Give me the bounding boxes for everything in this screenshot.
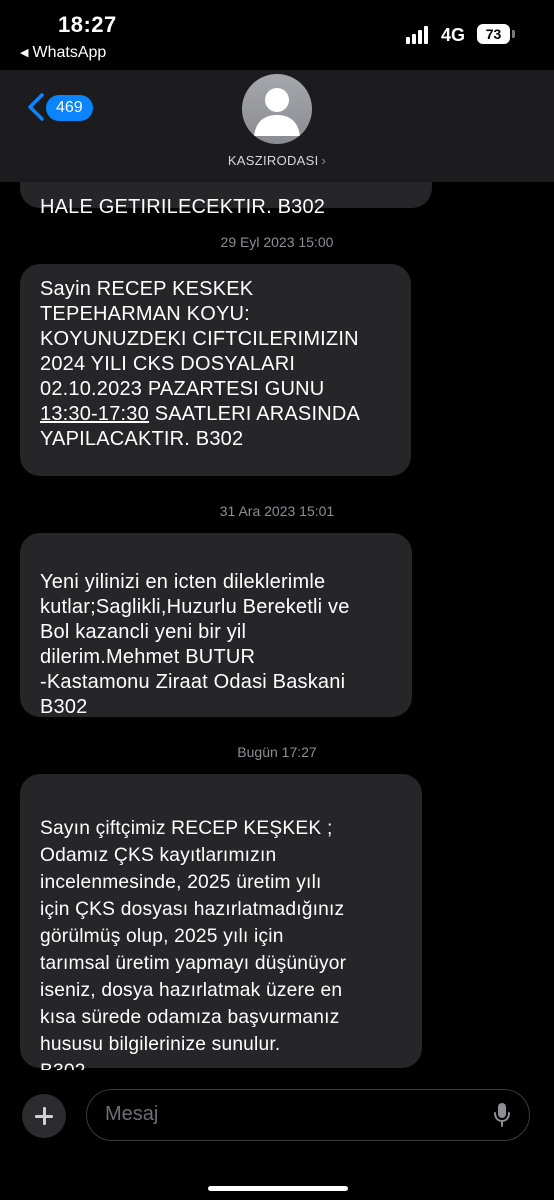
timestamp-date: 31 Ara 2023 <box>219 503 296 519</box>
message-line: Sayin RECEP KESKEK <box>40 278 254 300</box>
message-line: KOYUNUZDEKI CIFTCILERIMIZIN <box>40 328 359 350</box>
home-indicator <box>208 1186 348 1191</box>
timestamp-time: 15:00 <box>298 234 334 250</box>
message-bubble[interactable]: Yeni yilinizi en icten dileklerimle kutl… <box>20 533 412 718</box>
message-line: YAPILACAKTIR. B302 <box>40 428 244 450</box>
timestamp-label: 29 Eyl 2023 15:00 <box>0 234 554 250</box>
timestamp-time: 15:01 <box>299 503 335 519</box>
person-icon <box>254 88 300 136</box>
message-bubble[interactable]: Sayin RECEP KESKEK TEPEHARMAN KOYU: KOYU… <box>20 264 411 476</box>
message-text: HALE GETIRILECEKTIR. B302 <box>40 196 326 218</box>
message-placeholder: Mesaj <box>105 1103 159 1125</box>
contact-avatar[interactable] <box>242 74 312 144</box>
message-text: Sayın çiftçimiz RECEP KEŞKEK ; Odamız ÇK… <box>40 818 347 1082</box>
back-to-app-link[interactable]: ◀ WhatsApp <box>20 44 106 62</box>
contact-name[interactable]: KASZIRODASI › <box>0 153 554 168</box>
contact-name-label: KASZIRODASI <box>227 153 319 168</box>
message-text: Yeni yilinizi en icten dileklerimle kutl… <box>40 571 350 718</box>
status-bar: 18:27 ◀ WhatsApp 4G 73 <box>0 0 554 70</box>
conversation-header: 469 KASZIRODASI › <box>0 70 554 182</box>
battery-icon: 73 <box>477 24 510 44</box>
back-app-label: WhatsApp <box>32 44 107 61</box>
timestamp-label: 31 Ara 2023 15:01 <box>0 503 554 519</box>
timestamp-label: Bugün 17:27 <box>0 744 554 760</box>
message-line: 02.10.2023 PAZARTESI GUNU <box>40 378 325 400</box>
message-text: SAATLERI ARASINDA <box>148 403 361 425</box>
message-line: 2024 YILI CKS DOSYALARI <box>40 353 296 375</box>
message-line: 13:30-17:30 SAATLERI ARASINDA <box>40 402 391 427</box>
message-bubble[interactable]: Sayın çiftçimiz RECEP KEŞKEK ; Odamız ÇK… <box>20 774 422 1082</box>
battery-tip <box>512 30 515 38</box>
message-line: TEPEHARMAN KOYU: <box>40 303 250 325</box>
chevron-right-icon: › <box>321 153 327 168</box>
microphone-icon[interactable] <box>493 1102 511 1128</box>
timestamp-date: Bugün <box>237 744 278 760</box>
timestamp-date: 29 Eyl 2023 <box>220 234 295 250</box>
time-range-link[interactable]: 13:30-17:30 <box>40 403 149 425</box>
unread-count-badge[interactable]: 469 <box>46 95 93 121</box>
back-triangle-icon: ◀ <box>20 47 29 59</box>
message-input[interactable]: Mesaj <box>86 1089 530 1141</box>
timestamp-time: 17:27 <box>281 744 317 760</box>
composer-bar: Mesaj <box>0 1070 554 1200</box>
network-type: 4G <box>441 25 466 45</box>
clock: 18:27 <box>58 12 117 37</box>
plus-icon[interactable] <box>22 1094 66 1138</box>
